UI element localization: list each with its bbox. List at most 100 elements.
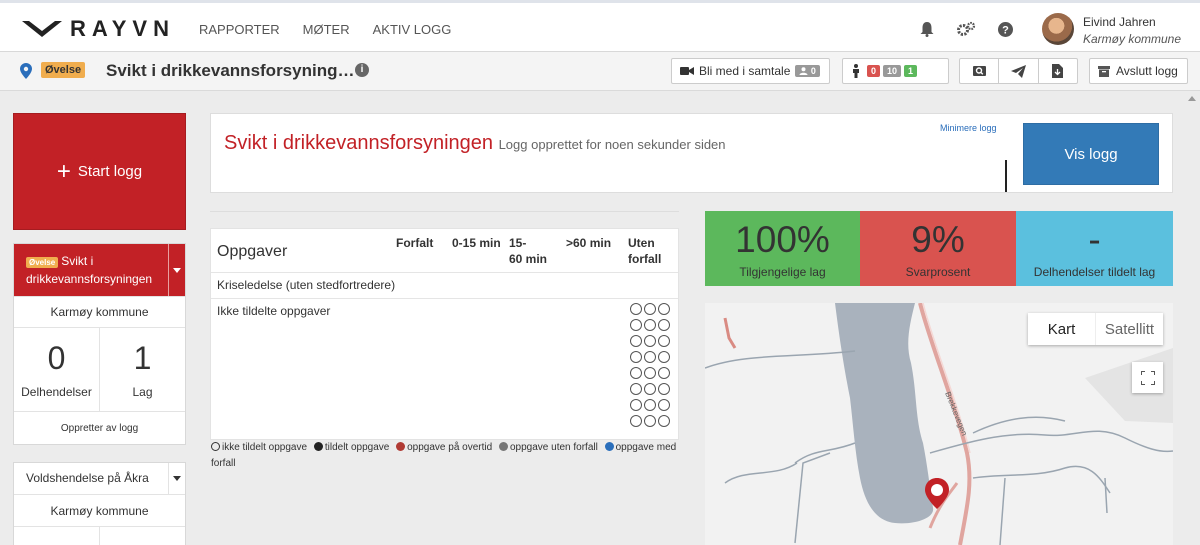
minimize-log-link[interactable]: Minimere logg (940, 123, 997, 133)
kpi-response-rate[interactable]: 9% Svarprosent (860, 211, 1016, 286)
map[interactable]: Brekkevegen Kart Satellitt (705, 303, 1173, 545)
log-header-panel: Svikt i drikkevannsforsyningen Logg oppr… (210, 113, 1173, 193)
card-footer-role: Oppretter av logg (14, 411, 185, 444)
tasks-table: Oppgaver Forfalt 0-15 min 15- 60 min >60 … (210, 228, 679, 440)
personnel-status-button[interactable]: 0 10 1 (842, 58, 949, 84)
task-circle[interactable] (630, 303, 642, 315)
download-button[interactable] (1039, 59, 1077, 83)
task-circle[interactable] (644, 335, 656, 347)
other-log-card-header[interactable]: Voldshendelse på Åkra (14, 463, 185, 494)
legend-dot-no-due (498, 442, 508, 451)
kpi-subincidents-assigned[interactable]: - Delhendelser tildelt lag (1016, 211, 1173, 286)
participants-count: 0 (795, 65, 820, 77)
task-circle[interactable] (644, 415, 656, 427)
count-red: 0 (867, 65, 881, 77)
task-circle[interactable] (630, 383, 642, 395)
card-dropdown-toggle[interactable] (168, 244, 185, 296)
task-circle[interactable] (630, 335, 642, 347)
scrollbar-up-arrow[interactable] (1188, 96, 1196, 101)
col-uten-forfall: Uten forfall (628, 236, 662, 266)
logo-text: RAYVN (70, 16, 175, 41)
task-circle[interactable] (658, 335, 670, 347)
task-circle[interactable] (658, 367, 670, 379)
paper-plane-icon (1010, 64, 1026, 78)
task-circle[interactable] (630, 319, 642, 331)
task-circle[interactable] (644, 303, 656, 315)
legend-item: oppgave uten forfall (495, 442, 598, 453)
map-type-kart[interactable]: Kart (1028, 313, 1095, 345)
search-log-button[interactable] (960, 59, 1000, 83)
map-type-satellitt[interactable]: Satellitt (1095, 313, 1163, 345)
active-log-card[interactable]: Øvelse Svikt i drikkevannsforsyningen Kar… (13, 243, 186, 445)
card-organization: Karmøy kommune (14, 296, 185, 327)
legend-dot-with-due (604, 442, 614, 451)
help-icon[interactable]: ? (997, 21, 1013, 37)
show-log-button[interactable]: Vis logg (1023, 123, 1159, 185)
card-dropdown-toggle[interactable] (168, 463, 185, 494)
task-circle[interactable] (630, 415, 642, 427)
legend-dot-assigned (313, 442, 323, 451)
nav-aktiv-logg[interactable]: AKTIV LOGG (373, 22, 452, 37)
stat-delhendelser[interactable]: 0 Delhendelser (14, 328, 99, 411)
task-row-kriseledelse[interactable]: Kriseledelse (uten stedfortredere) (211, 272, 678, 298)
task-circle[interactable] (644, 399, 656, 411)
task-circle[interactable] (658, 303, 670, 315)
user-avatar[interactable] (1042, 13, 1074, 45)
task-circle[interactable] (658, 351, 670, 363)
stat-value: 0 (47, 340, 66, 376)
task-circle[interactable] (644, 319, 656, 331)
col-forfalt: Forfalt (396, 236, 434, 250)
task-row-unassigned[interactable]: Ikke tildelte oppgaver (211, 298, 678, 440)
stat-lag[interactable]: 1 Lag (99, 328, 185, 411)
col-0-15: 0-15 min (452, 236, 501, 250)
legend-item: oppgave på overtid (392, 442, 492, 453)
task-circle[interactable] (644, 367, 656, 379)
caret-down-icon (173, 267, 181, 273)
task-circle[interactable] (630, 351, 642, 363)
user-icon (799, 67, 808, 75)
task-circle[interactable] (644, 351, 656, 363)
close-log-label: Avslutt logg (1116, 64, 1178, 78)
rayvn-logo[interactable]: RAYVN (22, 16, 175, 42)
archive-icon (1098, 65, 1110, 77)
info-icon[interactable]: i (355, 63, 369, 77)
search-icon (972, 66, 986, 76)
card-stats (14, 526, 185, 545)
fullscreen-button[interactable] (1132, 362, 1163, 393)
count-green: 1 (904, 65, 918, 77)
start-log-button[interactable]: + Start logg (13, 113, 186, 230)
join-call-button[interactable]: Bli med i samtale 0 (671, 58, 830, 84)
task-circle[interactable] (644, 383, 656, 395)
nav-rapporter[interactable]: RAPPORTER (199, 22, 280, 37)
active-log-card-header[interactable]: Øvelse Svikt i drikkevannsforsyningen (14, 244, 185, 296)
legend-item: ikke tildelt oppgave (211, 442, 307, 453)
svg-text:?: ? (1002, 24, 1009, 36)
task-circle[interactable] (630, 367, 642, 379)
active-log-title: Øvelse Svikt i drikkevannsforsyningen (26, 254, 153, 286)
card-stats: 0 Delhendelser 1 Lag (14, 327, 185, 411)
location-pin-icon (20, 63, 32, 84)
stat-cell (14, 527, 99, 545)
kpi-available-teams[interactable]: 100% Tilgjengelige lag (705, 211, 860, 286)
exercise-badge: Øvelse (41, 62, 86, 78)
task-circle[interactable] (658, 383, 670, 395)
person-icon (853, 64, 859, 78)
kpi-value: - (1088, 219, 1101, 260)
main-nav: RAPPORTER MØTER AKTIV LOGG (199, 22, 451, 37)
user-name[interactable]: Eivind Jahren (1083, 15, 1156, 29)
col-60plus: >60 min (566, 236, 612, 250)
send-button[interactable] (999, 59, 1039, 83)
task-circle[interactable] (658, 415, 670, 427)
gears-icon[interactable] (956, 21, 976, 37)
task-circle[interactable] (658, 319, 670, 331)
top-navbar: RAYVN RAPPORTER MØTER AKTIV LOGG ? Eivin… (0, 0, 1200, 52)
legend-dot-overdue (396, 442, 406, 451)
task-circle[interactable] (630, 399, 642, 411)
map-type-toggle: Kart Satellitt (1028, 313, 1163, 345)
nav-moter[interactable]: MØTER (303, 22, 350, 37)
bell-icon[interactable] (919, 21, 935, 37)
task-circle[interactable] (658, 399, 670, 411)
caret-down-icon (173, 476, 181, 481)
close-log-button[interactable]: Avslutt logg (1089, 58, 1188, 84)
other-log-card[interactable]: Voldshendelse på Åkra Karmøy kommune (13, 462, 186, 545)
